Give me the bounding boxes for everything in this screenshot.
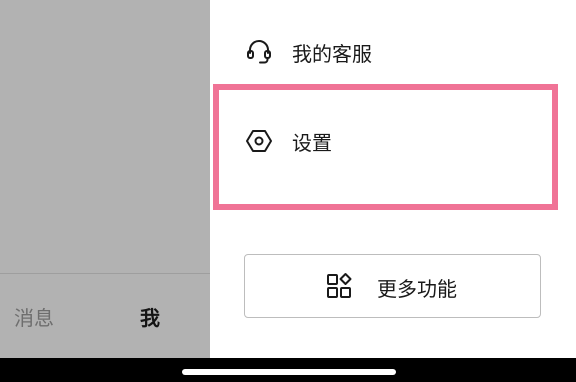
more-features-label: 更多功能 — [377, 277, 457, 301]
menu-item-label: 我的客服 — [292, 41, 372, 66]
phone-screen: 消息 我 我的客服 设置 更多功能 — [0, 0, 576, 382]
settings-hexagon-icon — [244, 126, 274, 156]
menu-item-customer-service[interactable]: 我的客服 — [210, 22, 576, 82]
tab-me[interactable]: 我 — [140, 305, 160, 331]
menu-item-label: 设置 — [292, 130, 332, 155]
grid-apps-icon — [325, 272, 355, 302]
menu-item-settings[interactable]: 设置 — [210, 111, 576, 171]
headset-icon — [244, 37, 274, 67]
tabbar-divider — [0, 273, 210, 274]
more-features-button[interactable]: 更多功能 — [244, 254, 541, 318]
tab-messages[interactable]: 消息 — [14, 305, 54, 331]
dimmed-backdrop[interactable]: 消息 我 — [0, 0, 210, 358]
home-indicator[interactable] — [182, 369, 396, 375]
side-drawer: 我的客服 设置 更多功能 — [210, 0, 576, 358]
